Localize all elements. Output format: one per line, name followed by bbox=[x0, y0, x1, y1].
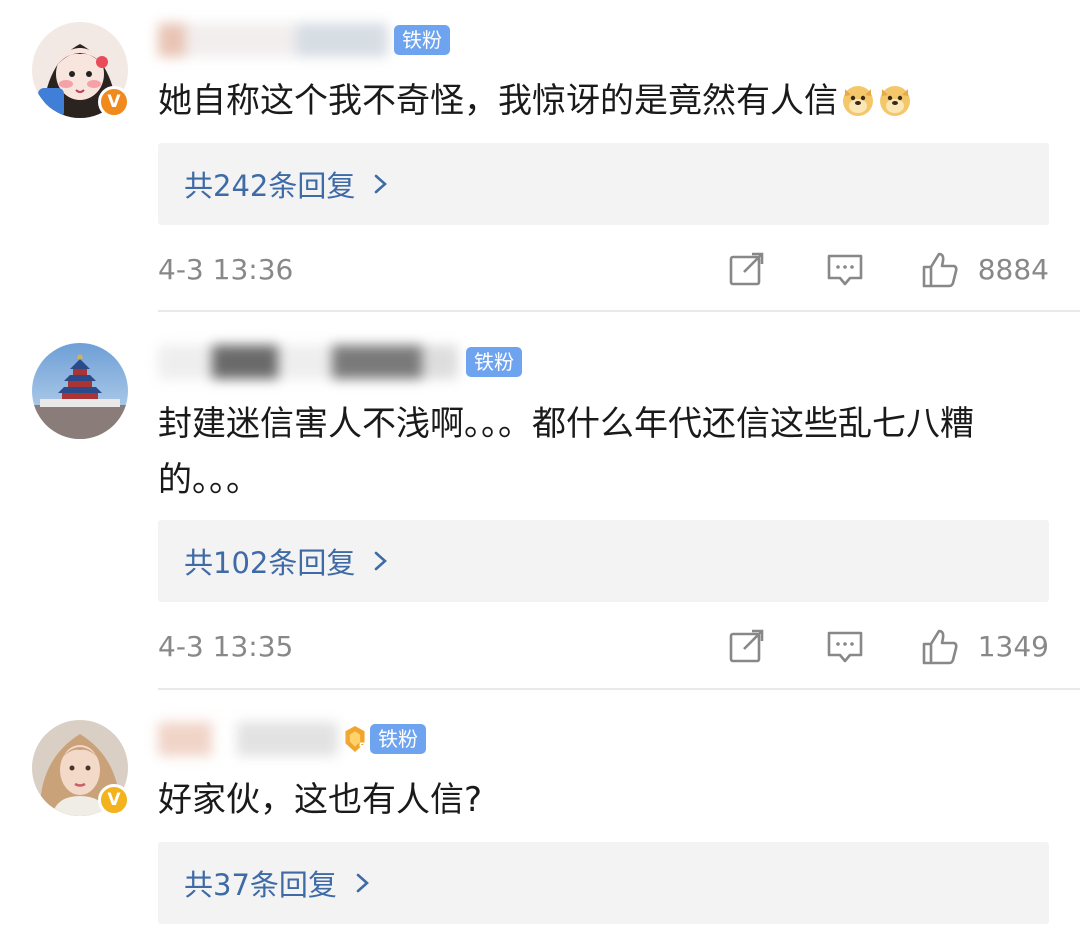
member-level-badge-icon: 5 bbox=[345, 726, 366, 753]
avatar[interactable]: V bbox=[32, 720, 130, 816]
svg-text:5: 5 bbox=[358, 741, 365, 753]
view-replies-button[interactable]: 共102条回复 bbox=[158, 520, 1049, 602]
view-replies-button[interactable]: 共242条回复 bbox=[158, 143, 1049, 225]
verified-badge-icon: V bbox=[98, 86, 130, 118]
chevron-right-icon bbox=[375, 551, 388, 571]
username-row[interactable]: 铁粉 bbox=[158, 342, 522, 382]
avatar-temple-of-heaven-image bbox=[32, 343, 128, 439]
comment-feed: V 铁粉 她自称这个我不奇怪，我惊讶的是竟然有人信 共242条回复 4-3 13… bbox=[0, 0, 1080, 950]
view-replies-button[interactable]: 共37条回复 bbox=[158, 842, 1049, 924]
avatar[interactable] bbox=[32, 343, 128, 439]
chevron-right-icon bbox=[375, 174, 388, 194]
doge-emoji-icon bbox=[880, 86, 910, 116]
username-row[interactable]: 铁粉 bbox=[158, 20, 450, 60]
fan-badge: 铁粉 bbox=[466, 347, 522, 377]
thumbs-up-icon[interactable] bbox=[921, 629, 959, 665]
fan-badge: 铁粉 bbox=[370, 724, 426, 754]
replies-count-label: 共37条回复 bbox=[184, 868, 337, 902]
divider bbox=[158, 688, 1080, 690]
verified-badge-icon: V bbox=[98, 784, 130, 816]
comment-meta: 4-3 13:35 1349 bbox=[158, 627, 1049, 667]
thumbs-up-icon[interactable] bbox=[921, 252, 959, 288]
username-redacted bbox=[158, 23, 388, 57]
comment-meta: 4-3 13:36 8884 bbox=[158, 250, 1049, 290]
like-count: 1349 bbox=[977, 630, 1049, 663]
like-count: 8884 bbox=[977, 253, 1049, 286]
comment-text: 好家伙，这也有人信? bbox=[158, 780, 483, 820]
replies-count-label: 共242条回复 bbox=[184, 169, 356, 203]
divider bbox=[158, 310, 1080, 312]
username-redacted bbox=[158, 722, 338, 756]
comment-text: 她自称这个我不奇怪，我惊讶的是竟然有人信 bbox=[158, 73, 1048, 129]
comment-icon[interactable] bbox=[826, 252, 864, 288]
username-row[interactable]: 5 铁粉 bbox=[158, 719, 426, 759]
replies-count-label: 共102条回复 bbox=[184, 546, 356, 580]
comment-time: 4-3 13:36 bbox=[158, 253, 294, 286]
comment-text: 封建迷信害人不浅啊。。。都什么年代还信这些乱七八糟的。。。 bbox=[158, 404, 974, 500]
comment-time: 4-3 13:35 bbox=[158, 630, 294, 663]
username-redacted bbox=[158, 345, 458, 379]
fan-badge: 铁粉 bbox=[394, 25, 450, 55]
avatar[interactable]: V bbox=[32, 22, 130, 118]
share-icon[interactable] bbox=[728, 252, 766, 288]
doge-emoji-icon bbox=[843, 86, 873, 116]
chevron-right-icon bbox=[356, 873, 369, 893]
comment-icon[interactable] bbox=[826, 629, 864, 665]
share-icon[interactable] bbox=[728, 629, 766, 665]
